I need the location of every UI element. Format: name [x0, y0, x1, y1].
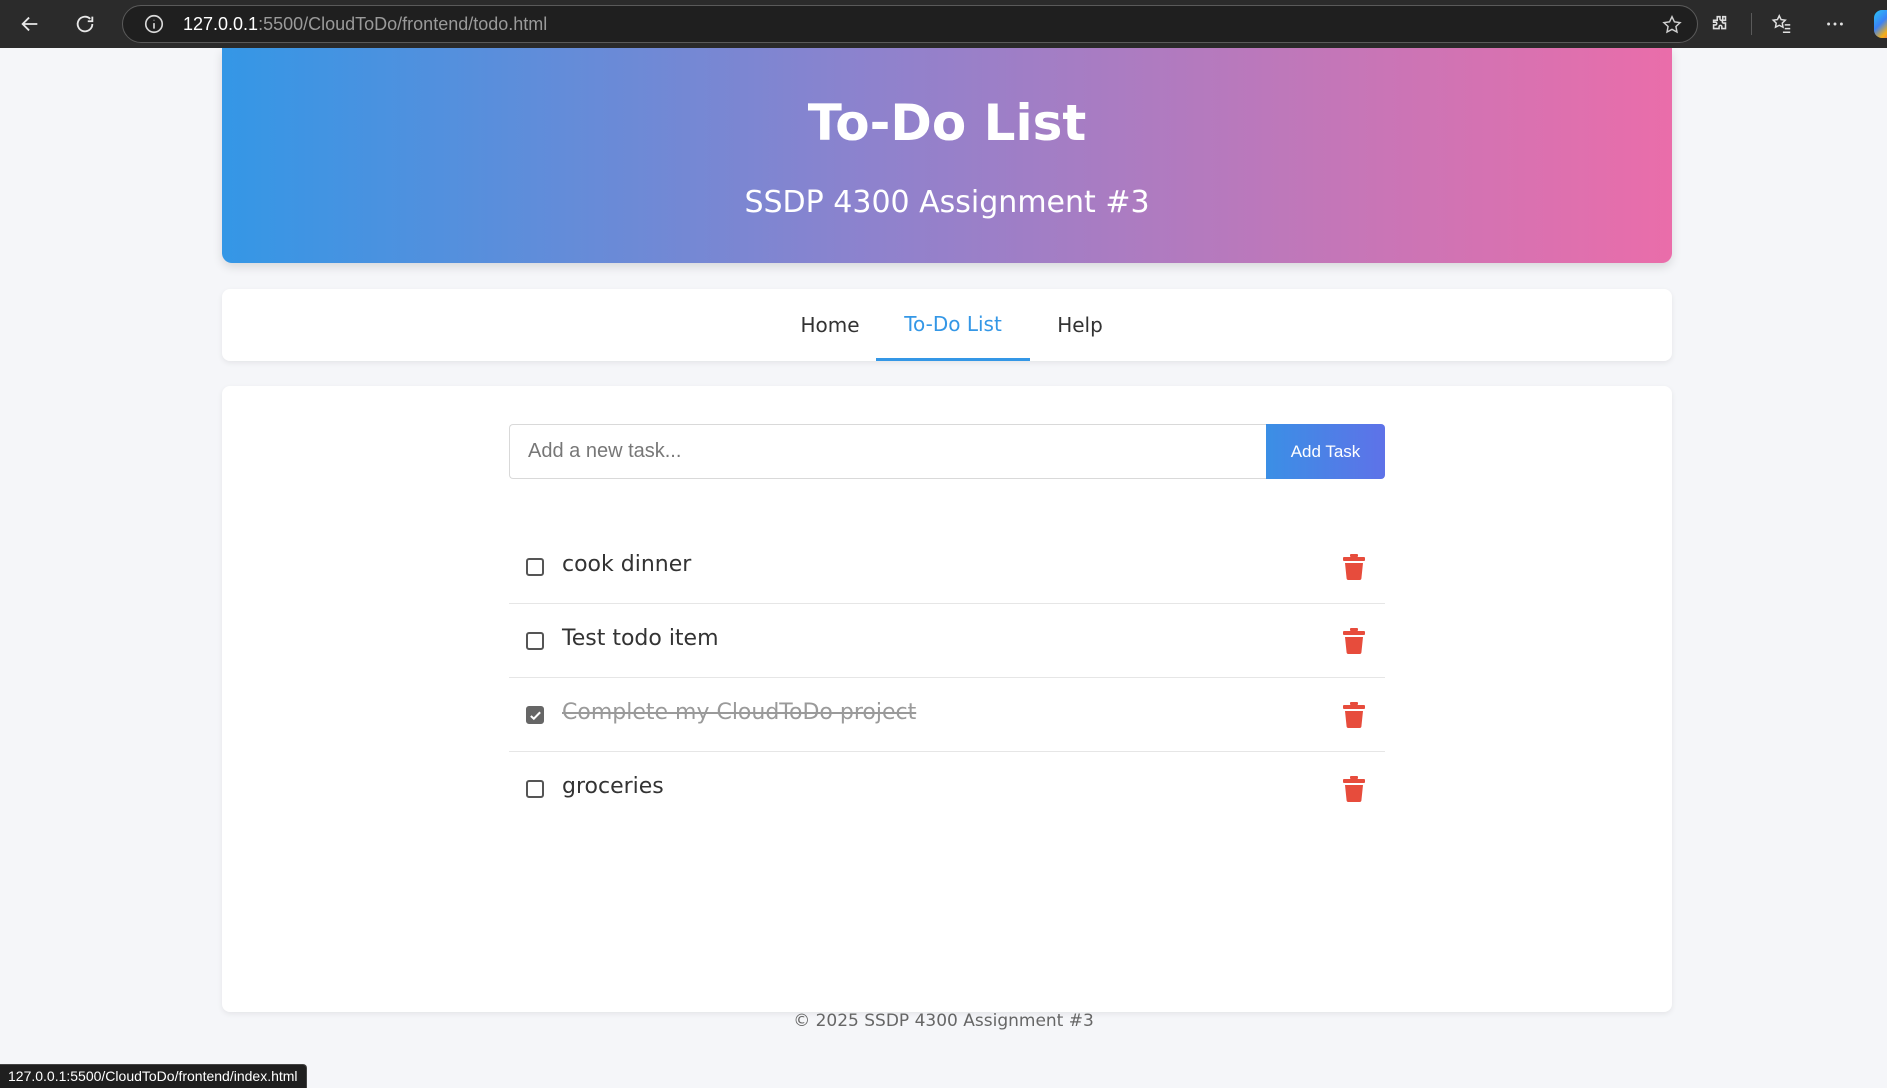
trash-icon[interactable] [1343, 702, 1365, 728]
trash-icon[interactable] [1343, 554, 1365, 580]
puzzle-icon [1712, 15, 1727, 30]
back-button[interactable] [10, 4, 50, 44]
todo-item: Test todo item [509, 604, 1385, 678]
extensions-button[interactable] [1700, 4, 1740, 44]
favorites-list-icon [1771, 14, 1791, 33]
page-header: To-Do List SSDP 4300 Assignment #3 [222, 48, 1672, 263]
nav-bar: Home To-Do List Help [222, 289, 1672, 361]
tab-home[interactable]: Home [766, 289, 894, 361]
address-bar[interactable]: 127.0.0.1:5500/CloudToDo/frontend/todo.h… [122, 5, 1698, 43]
todo-text: groceries [562, 774, 664, 799]
trash-icon[interactable] [1343, 628, 1365, 654]
more-button[interactable] [1815, 4, 1855, 44]
new-task-input[interactable] [509, 424, 1266, 479]
trash-icon[interactable] [1343, 776, 1365, 802]
todo-checkbox[interactable] [526, 632, 544, 650]
todo-checkbox[interactable] [526, 558, 544, 576]
refresh-icon [76, 15, 94, 33]
star-icon[interactable] [1661, 14, 1683, 36]
todo-list: cook dinner Test todo item Complete my C… [509, 530, 1385, 826]
todo-item: Complete my CloudToDo project [509, 678, 1385, 752]
todo-item: cook dinner [509, 530, 1385, 604]
address-url[interactable]: 127.0.0.1:5500/CloudToDo/frontend/todo.h… [183, 14, 547, 35]
page-subtitle: SSDP 4300 Assignment #3 [744, 185, 1150, 220]
todo-checkbox[interactable] [526, 706, 544, 724]
toolbar-divider [1751, 13, 1752, 35]
status-bar-url: 127.0.0.1:5500/CloudToDo/frontend/index.… [0, 1064, 307, 1088]
refresh-button[interactable] [65, 4, 105, 44]
favorites-button[interactable] [1762, 4, 1802, 44]
todo-text: Complete my CloudToDo project [562, 700, 917, 725]
url-host: 127.0.0.1 [183, 13, 259, 34]
info-icon[interactable] [143, 13, 165, 35]
todo-text: cook dinner [562, 552, 692, 577]
tab-help[interactable]: Help [1030, 289, 1130, 361]
page-title: To-Do List [807, 94, 1087, 152]
arrow-left-icon [21, 16, 38, 32]
todo-checkbox[interactable] [526, 780, 544, 798]
todo-text: Test todo item [562, 626, 719, 651]
todo-card: Add Task cook dinner Test todo item Comp… [222, 386, 1672, 1012]
tab-todo-list[interactable]: To-Do List [876, 289, 1030, 361]
page-footer: © 2025 SSDP 4300 Assignment #3 [793, 1011, 1094, 1031]
copilot-icon[interactable] [1874, 10, 1887, 38]
add-task-button[interactable]: Add Task [1266, 424, 1385, 479]
more-icon [1827, 22, 1843, 26]
add-task-form: Add Task [509, 424, 1385, 479]
url-path: :5500/CloudToDo/frontend/todo.html [258, 13, 548, 34]
page: To-Do List SSDP 4300 Assignment #3 Home … [0, 48, 1887, 1087]
checkmark-icon [530, 711, 541, 721]
todo-item: groceries [509, 752, 1385, 826]
browser-toolbar: 127.0.0.1:5500/CloudToDo/frontend/todo.h… [0, 0, 1887, 48]
